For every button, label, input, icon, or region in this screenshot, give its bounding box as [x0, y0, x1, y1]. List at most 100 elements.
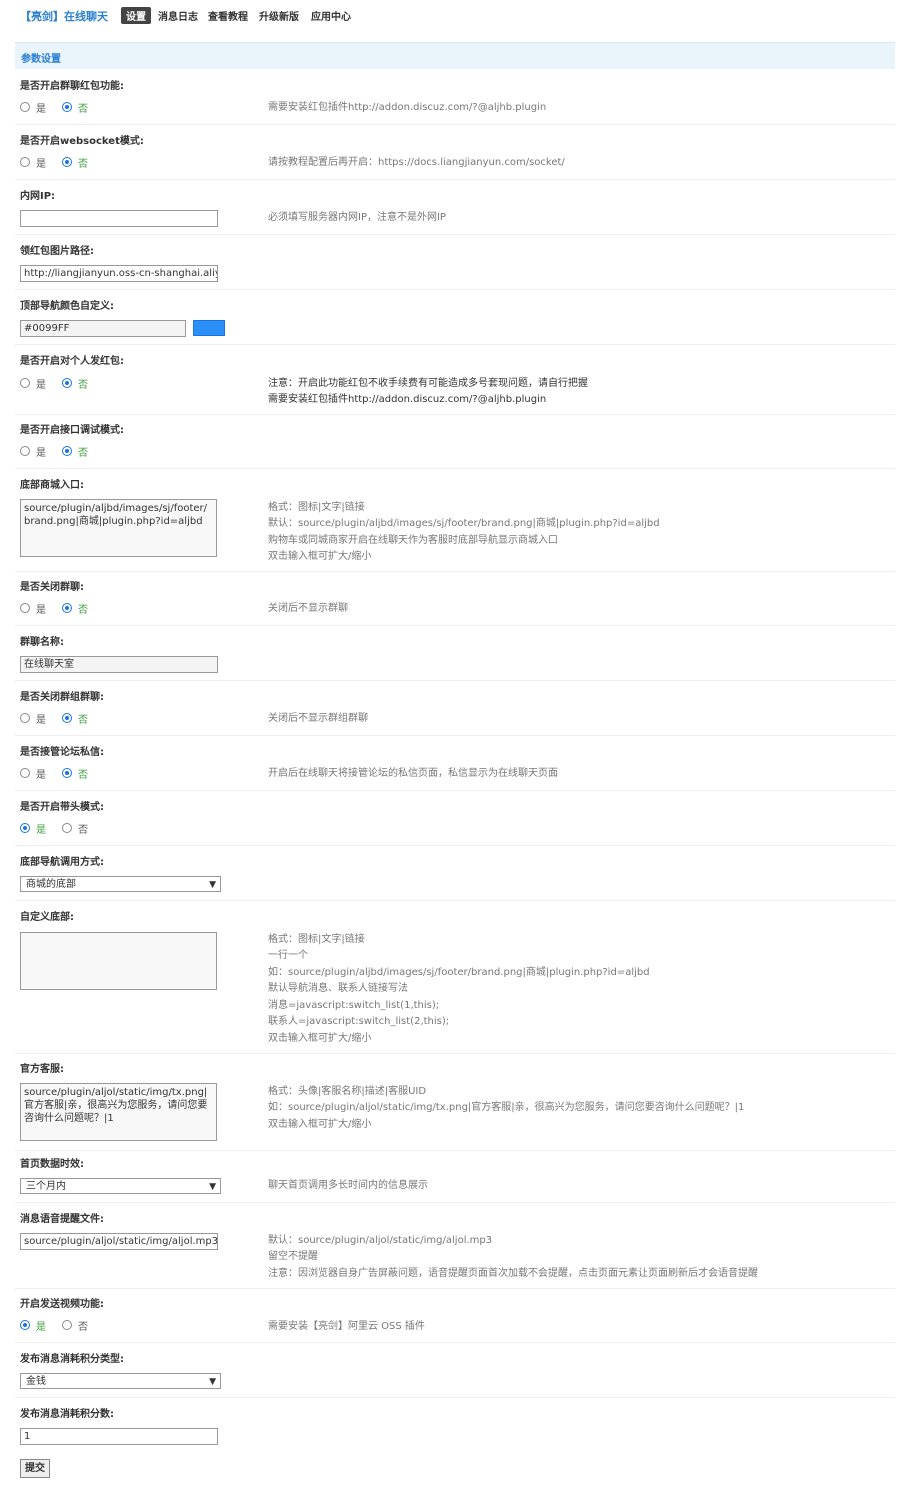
footer-nav-select[interactable]: 商城的底部 ▼ [20, 876, 221, 892]
field-hint: 双击输入框可扩大/缩小 [268, 1033, 372, 1044]
row-divider [15, 735, 895, 736]
row-divider [15, 845, 895, 846]
field-hint-warning: 注意：开启此功能红包不收手续费有可能造成多号套现问题，请自行把握 [268, 378, 588, 389]
row-divider [15, 1150, 895, 1151]
radio-yes-label: 是 [36, 103, 46, 115]
radio-no-label: 否 [78, 769, 88, 781]
radio-no[interactable] [62, 446, 72, 456]
radio-yes[interactable] [20, 446, 30, 456]
intranet-ip-input[interactable] [20, 210, 218, 227]
radio-yes-label: 是 [36, 714, 46, 726]
field-label: 顶部导航颜色自定义: [20, 301, 114, 312]
field-label: 领红包图片路径: [20, 246, 94, 257]
nav-color-input[interactable]: #0099FF [20, 320, 186, 337]
row-divider [15, 468, 895, 469]
radio-yes[interactable] [20, 823, 30, 833]
row-divider [15, 344, 895, 345]
field-hint: 需要安装【亮剑】阿里云 OSS 插件 [268, 1321, 425, 1332]
credit-type-select[interactable]: 金钱 ▼ [20, 1373, 221, 1389]
radio-yes[interactable] [20, 1320, 30, 1330]
select-value: 三个月内 [26, 1181, 66, 1192]
tab-app-center[interactable]: 应用中心 [311, 8, 351, 23]
select-value: 金钱 [26, 1376, 46, 1387]
row-divider [15, 1288, 895, 1289]
section-header: 参数设置 [15, 42, 895, 69]
radio-no-label: 否 [78, 1321, 88, 1333]
radio-no[interactable] [62, 768, 72, 778]
field-label: 官方客服: [20, 1064, 64, 1075]
field-hint: 请按教程配置后再开启：https://docs.liangjianyun.com… [268, 157, 565, 168]
row-divider [15, 289, 895, 290]
row-divider [15, 179, 895, 180]
radio-no-label: 否 [78, 158, 88, 170]
field-hint: 格式：头像|客服名称|描述|客服UID [268, 1086, 427, 1097]
select-value: 商城的底部 [26, 879, 76, 890]
radio-yes-label: 是 [36, 379, 46, 391]
row-divider [15, 234, 895, 235]
top-nav: 【亮剑】在线聊天 设置 消息日志 查看教程 升级新版 应用中心 [0, 0, 910, 30]
radio-no-label: 否 [78, 103, 88, 115]
group-name-input[interactable]: 在线聊天室 [20, 656, 218, 673]
field-label: 是否开启群聊红包功能: [20, 81, 124, 92]
radio-group: 是 否 [20, 601, 98, 616]
home-timeliness-select[interactable]: 三个月内 ▼ [20, 1178, 221, 1194]
color-picker-swatch[interactable] [193, 320, 225, 336]
radio-group: 是 否 [20, 1318, 98, 1333]
radio-yes[interactable] [20, 768, 30, 778]
field-hint: 需要安装红包插件http://addon.discuz.com/?@aljhb.… [268, 394, 547, 405]
radio-no[interactable] [62, 1320, 72, 1330]
field-label: 是否开启接口调试模式: [20, 425, 124, 436]
radio-no[interactable] [62, 378, 72, 388]
radio-no[interactable] [62, 157, 72, 167]
radio-group: 是 否 [20, 376, 98, 391]
row-divider [15, 1053, 895, 1054]
packet-image-input[interactable]: http://liangjianyun.oss-cn-shanghai.aliy… [20, 265, 218, 282]
section-title: 参数设置 [21, 54, 61, 65]
radio-no[interactable] [62, 823, 72, 833]
tab-settings[interactable]: 设置 [121, 7, 151, 24]
field-label: 是否开启带头模式: [20, 802, 104, 813]
radio-yes-label: 是 [36, 447, 46, 459]
tab-tutorial[interactable]: 查看教程 [208, 8, 248, 23]
radio-group: 是 否 [20, 766, 98, 781]
field-label: 发布消息消耗积分类型: [20, 1354, 124, 1365]
row-divider [15, 571, 895, 572]
radio-yes[interactable] [20, 157, 30, 167]
field-label: 是否关闭群组群聊: [20, 692, 104, 703]
row-divider [15, 1342, 895, 1343]
radio-yes[interactable] [20, 713, 30, 723]
radio-no-label: 否 [78, 824, 88, 836]
submit-button[interactable]: 提交 [20, 1459, 50, 1478]
field-label: 内网IP: [20, 191, 56, 202]
field-label: 首页数据时效: [20, 1159, 84, 1170]
row-divider [15, 625, 895, 626]
field-label: 群聊名称: [20, 637, 64, 648]
radio-yes-label: 是 [36, 824, 46, 836]
radio-no[interactable] [62, 713, 72, 723]
footer-mall-textarea[interactable]: source/plugin/aljbd/images/sj/footer/bra… [20, 499, 217, 557]
field-hint: 默认：source/plugin/aljol/static/img/aljol.… [268, 1235, 493, 1246]
tab-upgrade[interactable]: 升级新版 [259, 8, 299, 23]
radio-yes[interactable] [20, 378, 30, 388]
row-divider [15, 900, 895, 901]
field-hint: 默认导航消息、联系人链接写法 [268, 983, 408, 994]
radio-yes[interactable] [20, 102, 30, 112]
field-label: 底部商城入口: [20, 480, 84, 491]
row-divider [15, 124, 895, 125]
radio-yes[interactable] [20, 603, 30, 613]
row-divider [15, 1202, 895, 1203]
custom-footer-textarea[interactable] [20, 932, 217, 990]
field-hint: 关闭后不显示群组群聊 [268, 713, 368, 724]
voice-file-input[interactable]: source/plugin/aljol/static/img/aljol.mp3 [20, 1233, 218, 1250]
radio-no-label: 否 [78, 714, 88, 726]
radio-no[interactable] [62, 603, 72, 613]
field-hint: 如：source/plugin/aljol/static/img/tx.png|… [268, 1102, 745, 1113]
credit-amount-input[interactable]: 1 [20, 1428, 218, 1445]
radio-no-label: 否 [78, 604, 88, 616]
radio-no[interactable] [62, 102, 72, 112]
official-service-textarea[interactable]: source/plugin/aljol/static/img/tx.png|官方… [20, 1083, 217, 1141]
field-label: 是否开启websocket模式: [20, 136, 144, 147]
radio-yes-label: 是 [36, 604, 46, 616]
tab-message-log[interactable]: 消息日志 [158, 8, 198, 23]
field-hint: 消息=javascript:switch_list(1,this); [268, 1000, 440, 1011]
